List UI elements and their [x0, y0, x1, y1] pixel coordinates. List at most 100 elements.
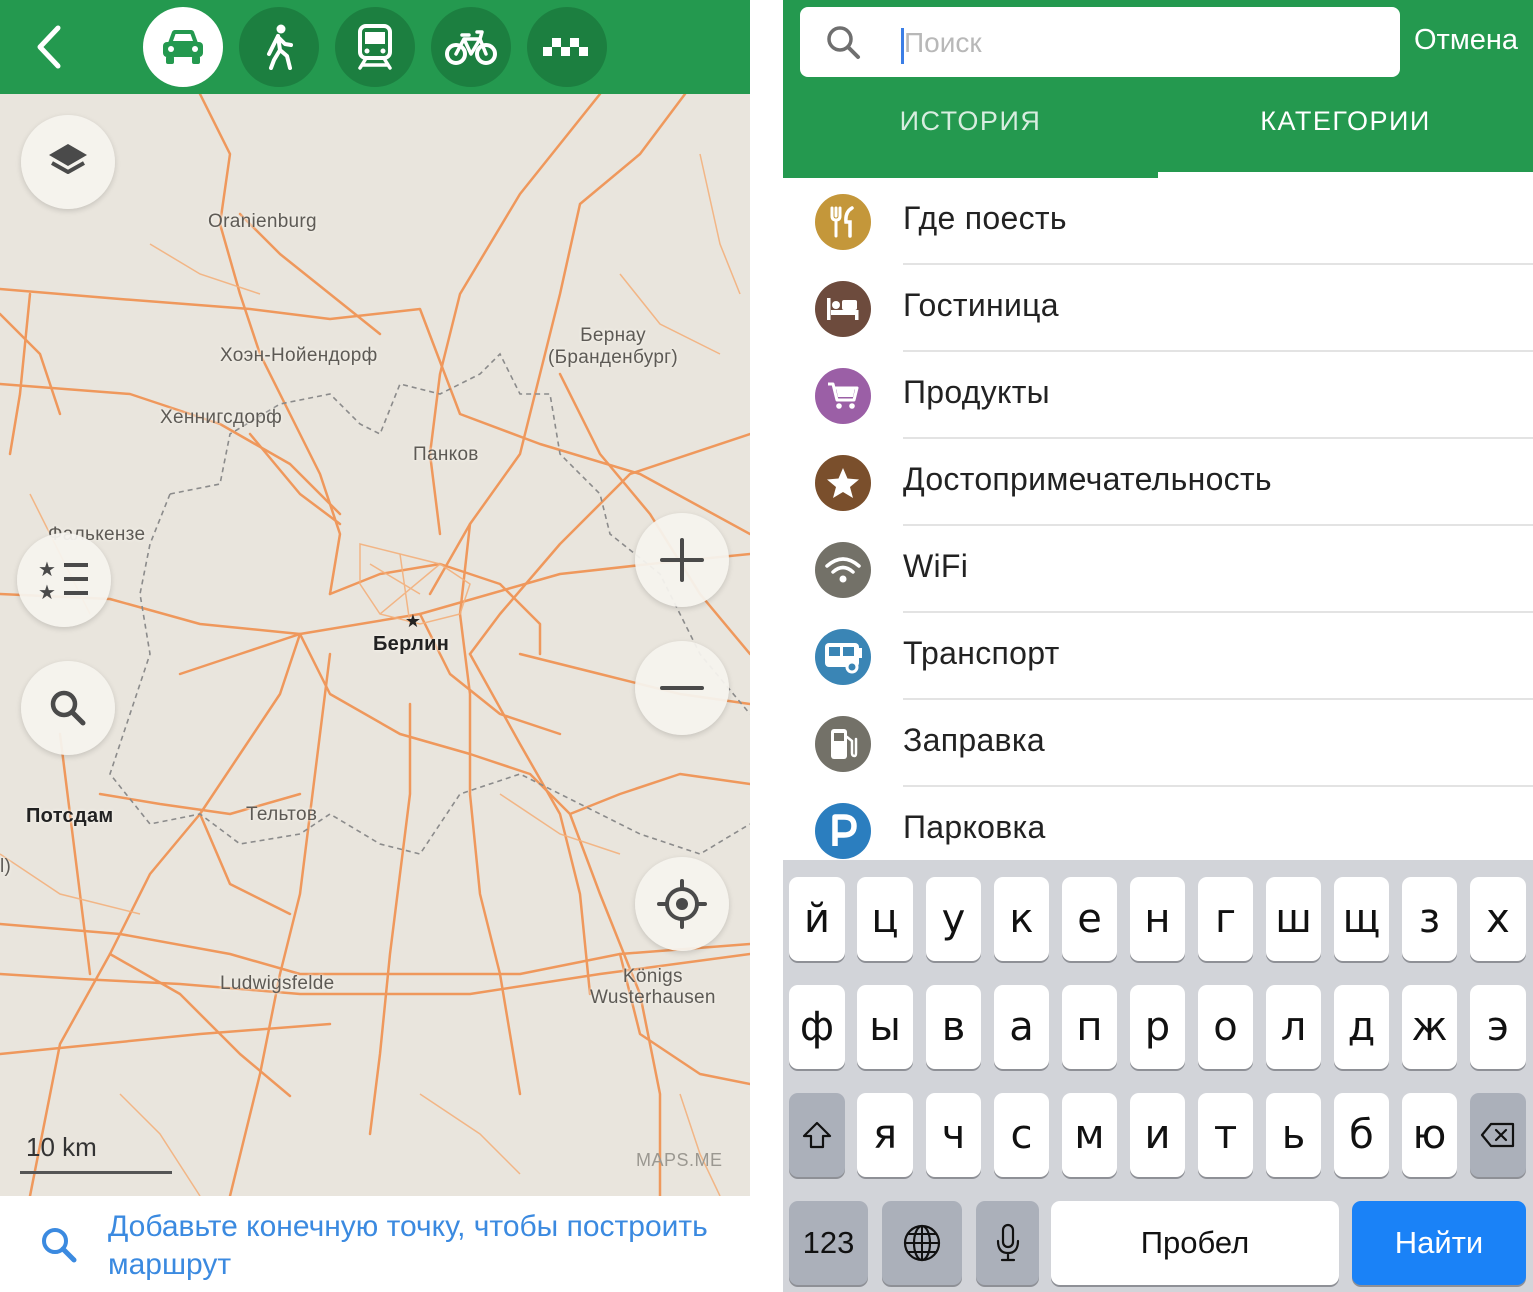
- space-key[interactable]: Пробел: [1051, 1201, 1339, 1285]
- key-т[interactable]: т: [1198, 1093, 1253, 1177]
- mode-taxi-button[interactable]: [527, 7, 607, 87]
- key-я[interactable]: я: [857, 1093, 913, 1177]
- key-д[interactable]: д: [1334, 985, 1389, 1069]
- key-э[interactable]: э: [1470, 985, 1526, 1069]
- mode-transit-button[interactable]: [335, 7, 415, 87]
- search-icon: [827, 26, 860, 59]
- map-scale-label: 10 km: [26, 1132, 97, 1162]
- zoom-in-button[interactable]: [635, 513, 729, 607]
- zoom-out-button[interactable]: [635, 641, 729, 735]
- category-item-sights[interactable]: Достопримечательность: [783, 439, 1533, 526]
- key-ф[interactable]: ф: [789, 985, 845, 1069]
- map-label-bernau: Бернау (Бранденбург): [548, 325, 679, 368]
- key-р[interactable]: р: [1130, 985, 1185, 1069]
- search-header: Отмена ИСТОРИЯ КАТЕГОРИИ: [783, 0, 1533, 178]
- chevron-left-icon: [37, 25, 61, 69]
- key-с[interactable]: с: [994, 1093, 1049, 1177]
- category-label: Заправка: [903, 722, 1045, 758]
- search-map-button[interactable]: [21, 661, 115, 755]
- key-л[interactable]: л: [1266, 985, 1321, 1069]
- search-go-key[interactable]: Найти: [1352, 1201, 1526, 1285]
- map-label-konigs-wusterhausen: Königs Wusterhausen: [590, 966, 716, 1008]
- category-label: Где поесть: [903, 200, 1067, 236]
- tab-history[interactable]: ИСТОРИЯ: [783, 106, 1158, 152]
- map-label-hennigsdorf: Хеннигсдорф: [160, 407, 283, 428]
- key-у[interactable]: у: [926, 877, 981, 961]
- key-г[interactable]: г: [1198, 877, 1253, 961]
- key-н[interactable]: н: [1130, 877, 1185, 961]
- plus-icon: [660, 538, 704, 582]
- mode-bicycle-button[interactable]: [431, 7, 511, 87]
- cancel-button[interactable]: Отмена: [1414, 24, 1518, 57]
- category-item-fuel[interactable]: Заправка: [783, 700, 1533, 787]
- map-label-pankow: Панков: [413, 444, 479, 465]
- map-label-hohen-neuendorf: Хоэн-Нойендорф: [220, 345, 378, 366]
- category-item-wifi[interactable]: WiFi: [783, 526, 1533, 613]
- key-е[interactable]: е: [1062, 877, 1117, 961]
- train-icon: [358, 24, 392, 70]
- cart-icon: [815, 368, 871, 424]
- map-label-edge: l): [0, 856, 12, 877]
- search-icon: [50, 690, 86, 726]
- key-к[interactable]: к: [994, 877, 1049, 961]
- map-label-oranienburg: Oranienburg: [208, 211, 317, 232]
- globe-key[interactable]: [882, 1201, 962, 1285]
- bookmarks-button[interactable]: ★ ★: [17, 533, 111, 627]
- key-ч[interactable]: ч: [926, 1093, 981, 1177]
- hotel-icon: [815, 281, 871, 337]
- mode-walk-button[interactable]: [239, 7, 319, 87]
- tab-categories[interactable]: КАТЕГОРИИ: [1158, 106, 1533, 152]
- microphone-icon: [996, 1223, 1019, 1262]
- search-icon: [42, 1228, 77, 1263]
- category-item-food[interactable]: Где поесть: [783, 178, 1533, 265]
- key-й[interactable]: й: [789, 877, 845, 961]
- back-button[interactable]: [28, 22, 72, 72]
- key-в[interactable]: в: [926, 985, 981, 1069]
- layers-button[interactable]: [21, 115, 115, 209]
- walk-icon: [267, 24, 293, 70]
- map-scale-bar: [20, 1171, 172, 1174]
- bus-icon: [815, 629, 871, 685]
- location-target-icon: [657, 879, 707, 929]
- search-input[interactable]: [904, 27, 1384, 59]
- category-label: Продукты: [903, 374, 1050, 410]
- key-а[interactable]: а: [994, 985, 1049, 1069]
- map-label-ludwigsfelde: Ludwigsfelde: [220, 973, 335, 994]
- bookmarks-list-icon: ★ ★: [38, 558, 88, 602]
- key-щ[interactable]: щ: [1334, 877, 1389, 961]
- category-label: Транспорт: [903, 635, 1060, 671]
- key-ю[interactable]: ю: [1402, 1093, 1457, 1177]
- key-б[interactable]: б: [1334, 1093, 1389, 1177]
- dictation-key[interactable]: [976, 1201, 1039, 1285]
- key-ц[interactable]: ц: [857, 877, 913, 961]
- map-label-teltow: Тельтов: [246, 804, 318, 825]
- numbers-key[interactable]: 123: [789, 1201, 868, 1285]
- key-ы[interactable]: ы: [857, 985, 913, 1069]
- globe-icon: [903, 1224, 941, 1262]
- my-location-button[interactable]: [635, 857, 729, 951]
- mode-car-button[interactable]: [143, 7, 223, 87]
- key-ь[interactable]: ь: [1266, 1093, 1321, 1177]
- car-icon: [163, 30, 203, 64]
- backspace-key[interactable]: [1470, 1093, 1526, 1177]
- bicycle-icon: [445, 30, 497, 65]
- category-item-groceries[interactable]: Продукты: [783, 352, 1533, 439]
- map-view[interactable]: ★ Oranienburg Бернау (Бранденбург) Хоэн-…: [0, 94, 750, 1196]
- key-о[interactable]: о: [1198, 985, 1253, 1069]
- on-screen-keyboard: й ц у к е н г ш щ з х ф ы в а п р о л д …: [783, 860, 1533, 1292]
- key-ш[interactable]: ш: [1266, 877, 1321, 961]
- key-и[interactable]: и: [1130, 1093, 1185, 1177]
- shift-icon: [802, 1121, 832, 1149]
- key-м[interactable]: м: [1062, 1093, 1117, 1177]
- key-х[interactable]: х: [1470, 877, 1526, 961]
- category-item-hotel[interactable]: Гостиница: [783, 265, 1533, 352]
- category-item-transport[interactable]: Транспорт: [783, 613, 1533, 700]
- route-hint-text[interactable]: Добавьте конечную точку, чтобы построить…: [108, 1208, 728, 1284]
- key-з[interactable]: з: [1402, 877, 1457, 961]
- shift-key[interactable]: [789, 1093, 845, 1177]
- map-label-berlin: Берлин: [373, 633, 450, 655]
- key-п[interactable]: п: [1062, 985, 1117, 1069]
- search-box[interactable]: [800, 7, 1400, 77]
- key-ж[interactable]: ж: [1402, 985, 1457, 1069]
- taxi-icon: [543, 38, 588, 56]
